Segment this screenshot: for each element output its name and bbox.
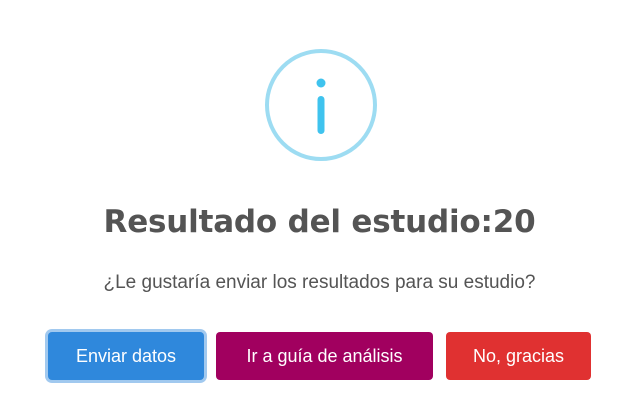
dialog-message: ¿Le gustaría enviar los resultados para … [103,272,536,293]
no-thanks-button[interactable]: No, gracias [446,332,591,380]
result-dialog: Resultado del estudio:20 ¿Le gustaría en… [0,0,639,412]
analysis-guide-button[interactable]: Ir a guía de análisis [216,332,433,380]
dialog-title: Resultado del estudio:20 [103,204,536,240]
info-icon [265,49,377,161]
send-data-button[interactable]: Enviar datos [48,332,204,380]
dialog-actions: Enviar datos Ir a guía de análisis No, g… [0,332,639,380]
